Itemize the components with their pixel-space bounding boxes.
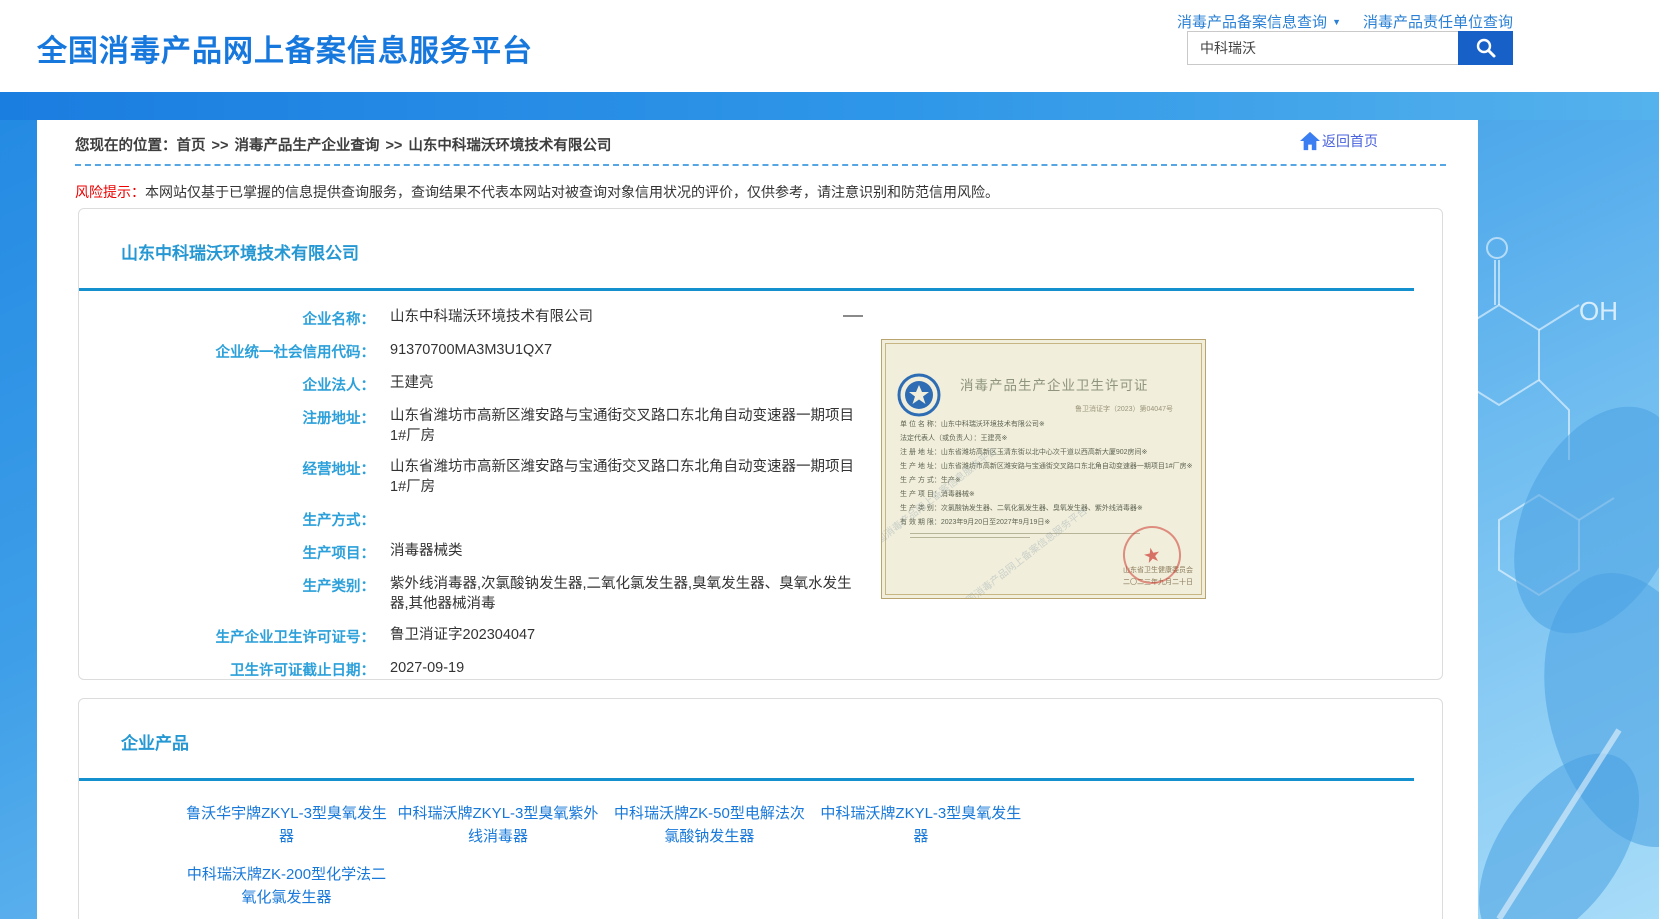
product-link[interactable]: 中科瑞沃牌ZK-50型电解法次氯酸钠发生器 [607,803,812,848]
svg-text:OH: OH [1579,296,1618,326]
product-link[interactable]: 鲁沃华宇牌ZKYL-3型臭氧发生器 [184,803,389,848]
field-business-address: 经营地址：山东省潍坊市高新区潍安路与宝通街交叉路口东北角自动变速器一期项目1#厂… [79,458,1442,497]
product-list: 鲁沃华宇牌ZKYL-3型臭氧发生器 中科瑞沃牌ZKYL-3型臭氧紫外线消毒器 中… [184,803,1029,919]
field-legal-person: 企业法人：王建亮 [79,374,1442,395]
search-button[interactable] [1458,31,1513,65]
field-license-expiry: 卫生许可证截止日期：2027-09-19 [79,659,1442,680]
back-home-link[interactable]: 返回首页 [1299,131,1378,151]
chevron-down-icon: ▼ [1332,17,1341,27]
breadcrumb-separator: >> [212,138,229,154]
nav-record-info-query[interactable]: 消毒产品备案信息查询 ▼ [1177,11,1341,32]
top-header: 全国消毒产品网上备案信息服务平台 消毒产品备案信息查询 ▼ 消毒产品责任单位查询 [0,0,1659,92]
breadcrumb-prefix: 您现在的位置： [75,138,177,154]
product-link[interactable]: 中科瑞沃牌ZKYL-3型臭氧发生器 [818,803,1023,848]
product-link[interactable]: 中科瑞沃牌ZK-200型化学法二氧化氯发生器 [184,864,389,909]
card-divider [79,288,1414,291]
breadcrumb-current: 山东中科瑞沃环境技术有限公司 [408,138,611,154]
breadcrumb-section[interactable]: 消毒产品生产企业查询 [234,138,379,154]
top-nav: 消毒产品备案信息查询 ▼ 消毒产品责任单位查询 [1177,11,1513,32]
main-content: 您现在的位置：首页 >> 消毒产品生产企业查询 >> 山东中科瑞沃环境技术有限公司 返回… [37,120,1478,919]
home-icon [1299,131,1321,151]
company-card-title: 山东中科瑞沃环境技术有限公司 [121,239,1442,264]
field-production-category: 生产类别：紫外线消毒器,次氯酸钠发生器,二氧化氯发生器,臭氧发生器、臭氧水发生器… [79,575,1442,614]
field-credit-code: 企业统一社会信用代码：91370700MA3M3U1QX7 [79,341,1442,362]
certificate-title: 消毒产品生产企业卫生许可证 [960,374,1193,394]
field-license-number: 生产企业卫生许可证号：鲁卫消证字202304047 [79,626,1442,647]
national-emblem-icon [896,372,942,418]
search-icon [1474,36,1498,60]
products-card-title: 企业产品 [121,729,1442,754]
certificate-body: 单 位 名 称：山东中科瑞沃环境技术有限公司※ 法定代表人（或负责人）：王建亮※… [900,418,1193,530]
hygiene-license-certificate-image[interactable]: 全国消毒产品网上备案信息服务平台 全国消毒产品网上备案信息服务平台 消毒产品生产… [881,339,1206,599]
field-production-project: 生产项目：消毒器械类 [79,542,1442,563]
company-info-card: 山东中科瑞沃环境技术有限公司 企业名称：山东中科瑞沃环境技术有限公司 企业统一社… [78,208,1443,680]
product-link[interactable]: 中科瑞沃牌ZKYL-3型臭氧紫外线消毒器 [395,803,600,848]
dashed-divider [75,164,1446,166]
card-divider [79,778,1414,781]
breadcrumb-home[interactable]: 首页 [177,138,206,154]
page: OH 全国消毒产品网上备案信息服务平台 消毒产品备案信息查询 ▼ 消毒产品责任单… [0,0,1659,919]
nav-responsible-unit-query[interactable]: 消毒产品责任单位查询 [1363,11,1513,32]
search-input[interactable] [1187,31,1458,65]
field-registered-address: 注册地址：山东省潍坊市高新区潍安路与宝通街交叉路口东北角自动变速器一期项目1#厂… [79,407,1442,446]
company-fields: 企业名称：山东中科瑞沃环境技术有限公司 企业统一社会信用代码：91370700M… [79,308,1442,680]
risk-label: 风险提示： [75,184,145,200]
dash-mark [843,315,863,317]
field-production-method: 生产方式： [79,509,1442,530]
risk-text: 本网站仅基于已掌握的信息提供查询服务，查询结果不代表本网站对被查询对象信用状况的… [145,184,999,200]
breadcrumb-separator: >> [385,138,402,154]
field-company-name: 企业名称：山东中科瑞沃环境技术有限公司 [79,308,1442,329]
risk-notice: 风险提示：本网站仅基于已掌握的信息提供查询服务，查询结果不代表本网站对被查询对象… [75,182,999,202]
search-bar [1187,31,1513,65]
header-band [0,92,1659,120]
breadcrumb: 您现在的位置：首页 >> 消毒产品生产企业查询 >> 山东中科瑞沃环境技术有限公司 [75,134,611,155]
company-products-card: 企业产品 鲁沃华宇牌ZKYL-3型臭氧发生器 中科瑞沃牌ZKYL-3型臭氧紫外线… [78,698,1443,919]
site-title: 全国消毒产品网上备案信息服务平台 [37,26,533,70]
